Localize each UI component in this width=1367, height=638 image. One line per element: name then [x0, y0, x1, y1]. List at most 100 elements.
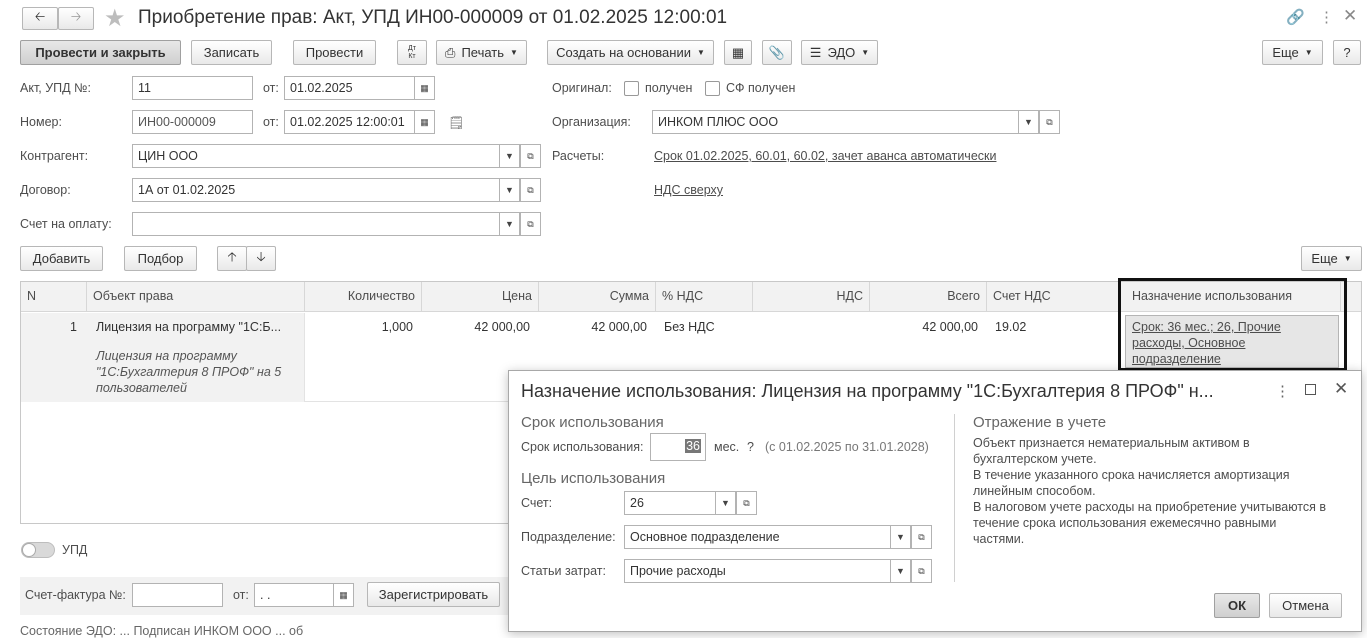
back-button[interactable]: 🡠 [22, 7, 58, 30]
cost-open-button[interactable]: ⧉ [911, 559, 932, 583]
save-button[interactable]: Записать [191, 40, 272, 65]
contract-open-button[interactable]: ⧉ [520, 178, 541, 202]
cancel-button[interactable]: Отмена [1269, 593, 1342, 618]
original-received-label: получен [645, 81, 693, 95]
window-title: Приобретение прав: Акт, УПД ИН00-000009 … [138, 7, 728, 28]
calendar-button[interactable]: ▦ [333, 583, 354, 607]
purpose-section-title: Цель использования [521, 470, 666, 487]
post-and-close-button[interactable]: Провести и закрыть [20, 40, 181, 65]
post-button[interactable]: Провести [293, 40, 376, 65]
usage-link-2[interactable]: расходы, Основное [1132, 336, 1245, 350]
more-vertical-icon[interactable]: ⋮ [1319, 8, 1334, 26]
caret-down-icon: ▼ [505, 219, 514, 229]
caret-down-icon: ▼ [696, 48, 705, 57]
counterparty-open-button[interactable]: ⧉ [520, 144, 541, 168]
sf-date-input[interactable]: . . [254, 583, 334, 607]
star-icon[interactable]: ★ [104, 4, 126, 33]
act-number-input[interactable]: 11 [132, 76, 253, 100]
attach-button[interactable]: 📎 [762, 40, 792, 65]
vat-link[interactable]: НДС сверху [654, 183, 723, 197]
edo-button[interactable]: ☰ ЭДО ▼ [801, 40, 878, 65]
number-date-input[interactable]: 01.02.2025 12:00:01 [284, 110, 415, 134]
maximize-icon[interactable] [1305, 384, 1316, 395]
original-received-checkbox[interactable] [624, 81, 639, 96]
arrow-up-icon: 🡡 [227, 248, 237, 264]
ok-button[interactable]: ОК [1214, 593, 1260, 618]
counterparty-dropdown[interactable]: ▼ [499, 144, 520, 168]
row-n: 1 [70, 320, 77, 334]
col-vat-rate[interactable]: % НДС [656, 282, 753, 312]
move-down-button[interactable]: 🡣 [246, 246, 276, 271]
usage-link-1[interactable]: Срок: 36 мес.; 26, Прочие [1132, 320, 1281, 334]
dt-kt-icon: Дт Кт [408, 44, 416, 60]
term-input[interactable]: 36 [650, 433, 706, 461]
add-button[interactable]: Добавить [20, 246, 103, 271]
organization-open-button[interactable]: ⧉ [1039, 110, 1060, 134]
structure-button[interactable]: ▦ [724, 40, 752, 65]
calendar-button[interactable]: ▦ [414, 76, 435, 100]
close-icon[interactable]: ✕ [1343, 6, 1357, 26]
invoice-input[interactable] [132, 212, 501, 236]
term-help[interactable]: ? [747, 440, 754, 454]
reflection-line-4: линейным способом. [973, 484, 1096, 498]
comment-icon[interactable]: 🗒 [448, 115, 465, 131]
counterparty-input[interactable]: ЦИН ООО [132, 144, 501, 168]
term-unit: мес. [714, 440, 740, 454]
link-icon[interactable]: 🔗 [1286, 8, 1305, 26]
dept-input[interactable]: Основное подразделение [624, 525, 892, 549]
forward-button[interactable]: 🡢 [58, 7, 94, 30]
dept-dropdown[interactable]: ▼ [890, 525, 911, 549]
number-input[interactable]: ИН00-000009 [132, 110, 253, 134]
register-button[interactable]: Зарегистрировать [367, 582, 500, 607]
col-n[interactable]: N [21, 282, 87, 312]
usage-link-3[interactable]: подразделение [1132, 352, 1221, 366]
create-based-on-button[interactable]: Создать на основании ▼ [547, 40, 714, 65]
sf-received-checkbox[interactable] [705, 81, 720, 96]
cost-input[interactable]: Прочие расходы [624, 559, 892, 583]
open-icon: ⧉ [527, 150, 534, 161]
pick-button[interactable]: Подбор [124, 246, 197, 271]
create-based-label: Создать на основании [556, 45, 691, 60]
col-vat-account[interactable]: Счет НДС [987, 282, 1121, 312]
term-range: (с 01.02.2025 по 31.01.2028) [765, 440, 929, 454]
col-object[interactable]: Объект права [87, 282, 305, 312]
more-button[interactable]: Еще ▼ [1262, 40, 1323, 65]
table-more-button[interactable]: Еще ▼ [1301, 246, 1362, 271]
col-sum[interactable]: Сумма [539, 282, 656, 312]
contract-label: Договор: [20, 183, 71, 197]
caret-down-icon: ▼ [861, 48, 870, 57]
row-object-full-2: "1С:Бухгалтерия 8 ПРОФ" на 5 [96, 365, 282, 379]
dt-kt-button[interactable]: Дт Кт [397, 40, 427, 65]
move-up-button[interactable]: 🡡 [217, 246, 247, 271]
invoice-dropdown[interactable]: ▼ [499, 212, 520, 236]
dept-open-button[interactable]: ⧉ [911, 525, 932, 549]
caret-down-icon: ▼ [505, 185, 514, 195]
settlements-link[interactable]: Срок 01.02.2025, 60.01, 60.02, зачет ава… [654, 149, 996, 163]
print-button[interactable]: ⎙ Печать ▼ [436, 40, 527, 65]
close-icon[interactable]: ✕ [1334, 379, 1348, 399]
account-input[interactable]: 26 [624, 491, 717, 515]
act-date-input[interactable]: 01.02.2025 [284, 76, 415, 100]
organization-input[interactable]: ИНКОМ ПЛЮС ООО [652, 110, 1020, 134]
col-price[interactable]: Цена [422, 282, 539, 312]
row-object[interactable]: Лицензия на программу "1С:Б... [96, 320, 281, 334]
contract-input[interactable]: 1А от 01.02.2025 [132, 178, 501, 202]
account-open-button[interactable]: ⧉ [736, 491, 757, 515]
invoice-open-button[interactable]: ⧉ [520, 212, 541, 236]
calendar-button[interactable]: ▦ [414, 110, 435, 134]
act-label: Акт, УПД №: [20, 81, 91, 95]
cost-dropdown[interactable]: ▼ [890, 559, 911, 583]
term-label: Срок использования: [521, 440, 644, 454]
organization-dropdown[interactable]: ▼ [1018, 110, 1039, 134]
sf-number-input[interactable] [132, 583, 223, 607]
upd-toggle[interactable] [21, 542, 55, 558]
account-dropdown[interactable]: ▼ [715, 491, 736, 515]
reflection-line-5: В налоговом учете расходы на приобретени… [973, 500, 1327, 514]
more-vertical-icon[interactable]: ⋮ [1275, 382, 1290, 400]
account-label: Счет: [521, 496, 553, 510]
help-button[interactable]: ? [1333, 40, 1361, 65]
col-vat[interactable]: НДС [753, 282, 870, 312]
contract-dropdown[interactable]: ▼ [499, 178, 520, 202]
col-total[interactable]: Всего [870, 282, 987, 312]
col-qty[interactable]: Количество [305, 282, 422, 312]
